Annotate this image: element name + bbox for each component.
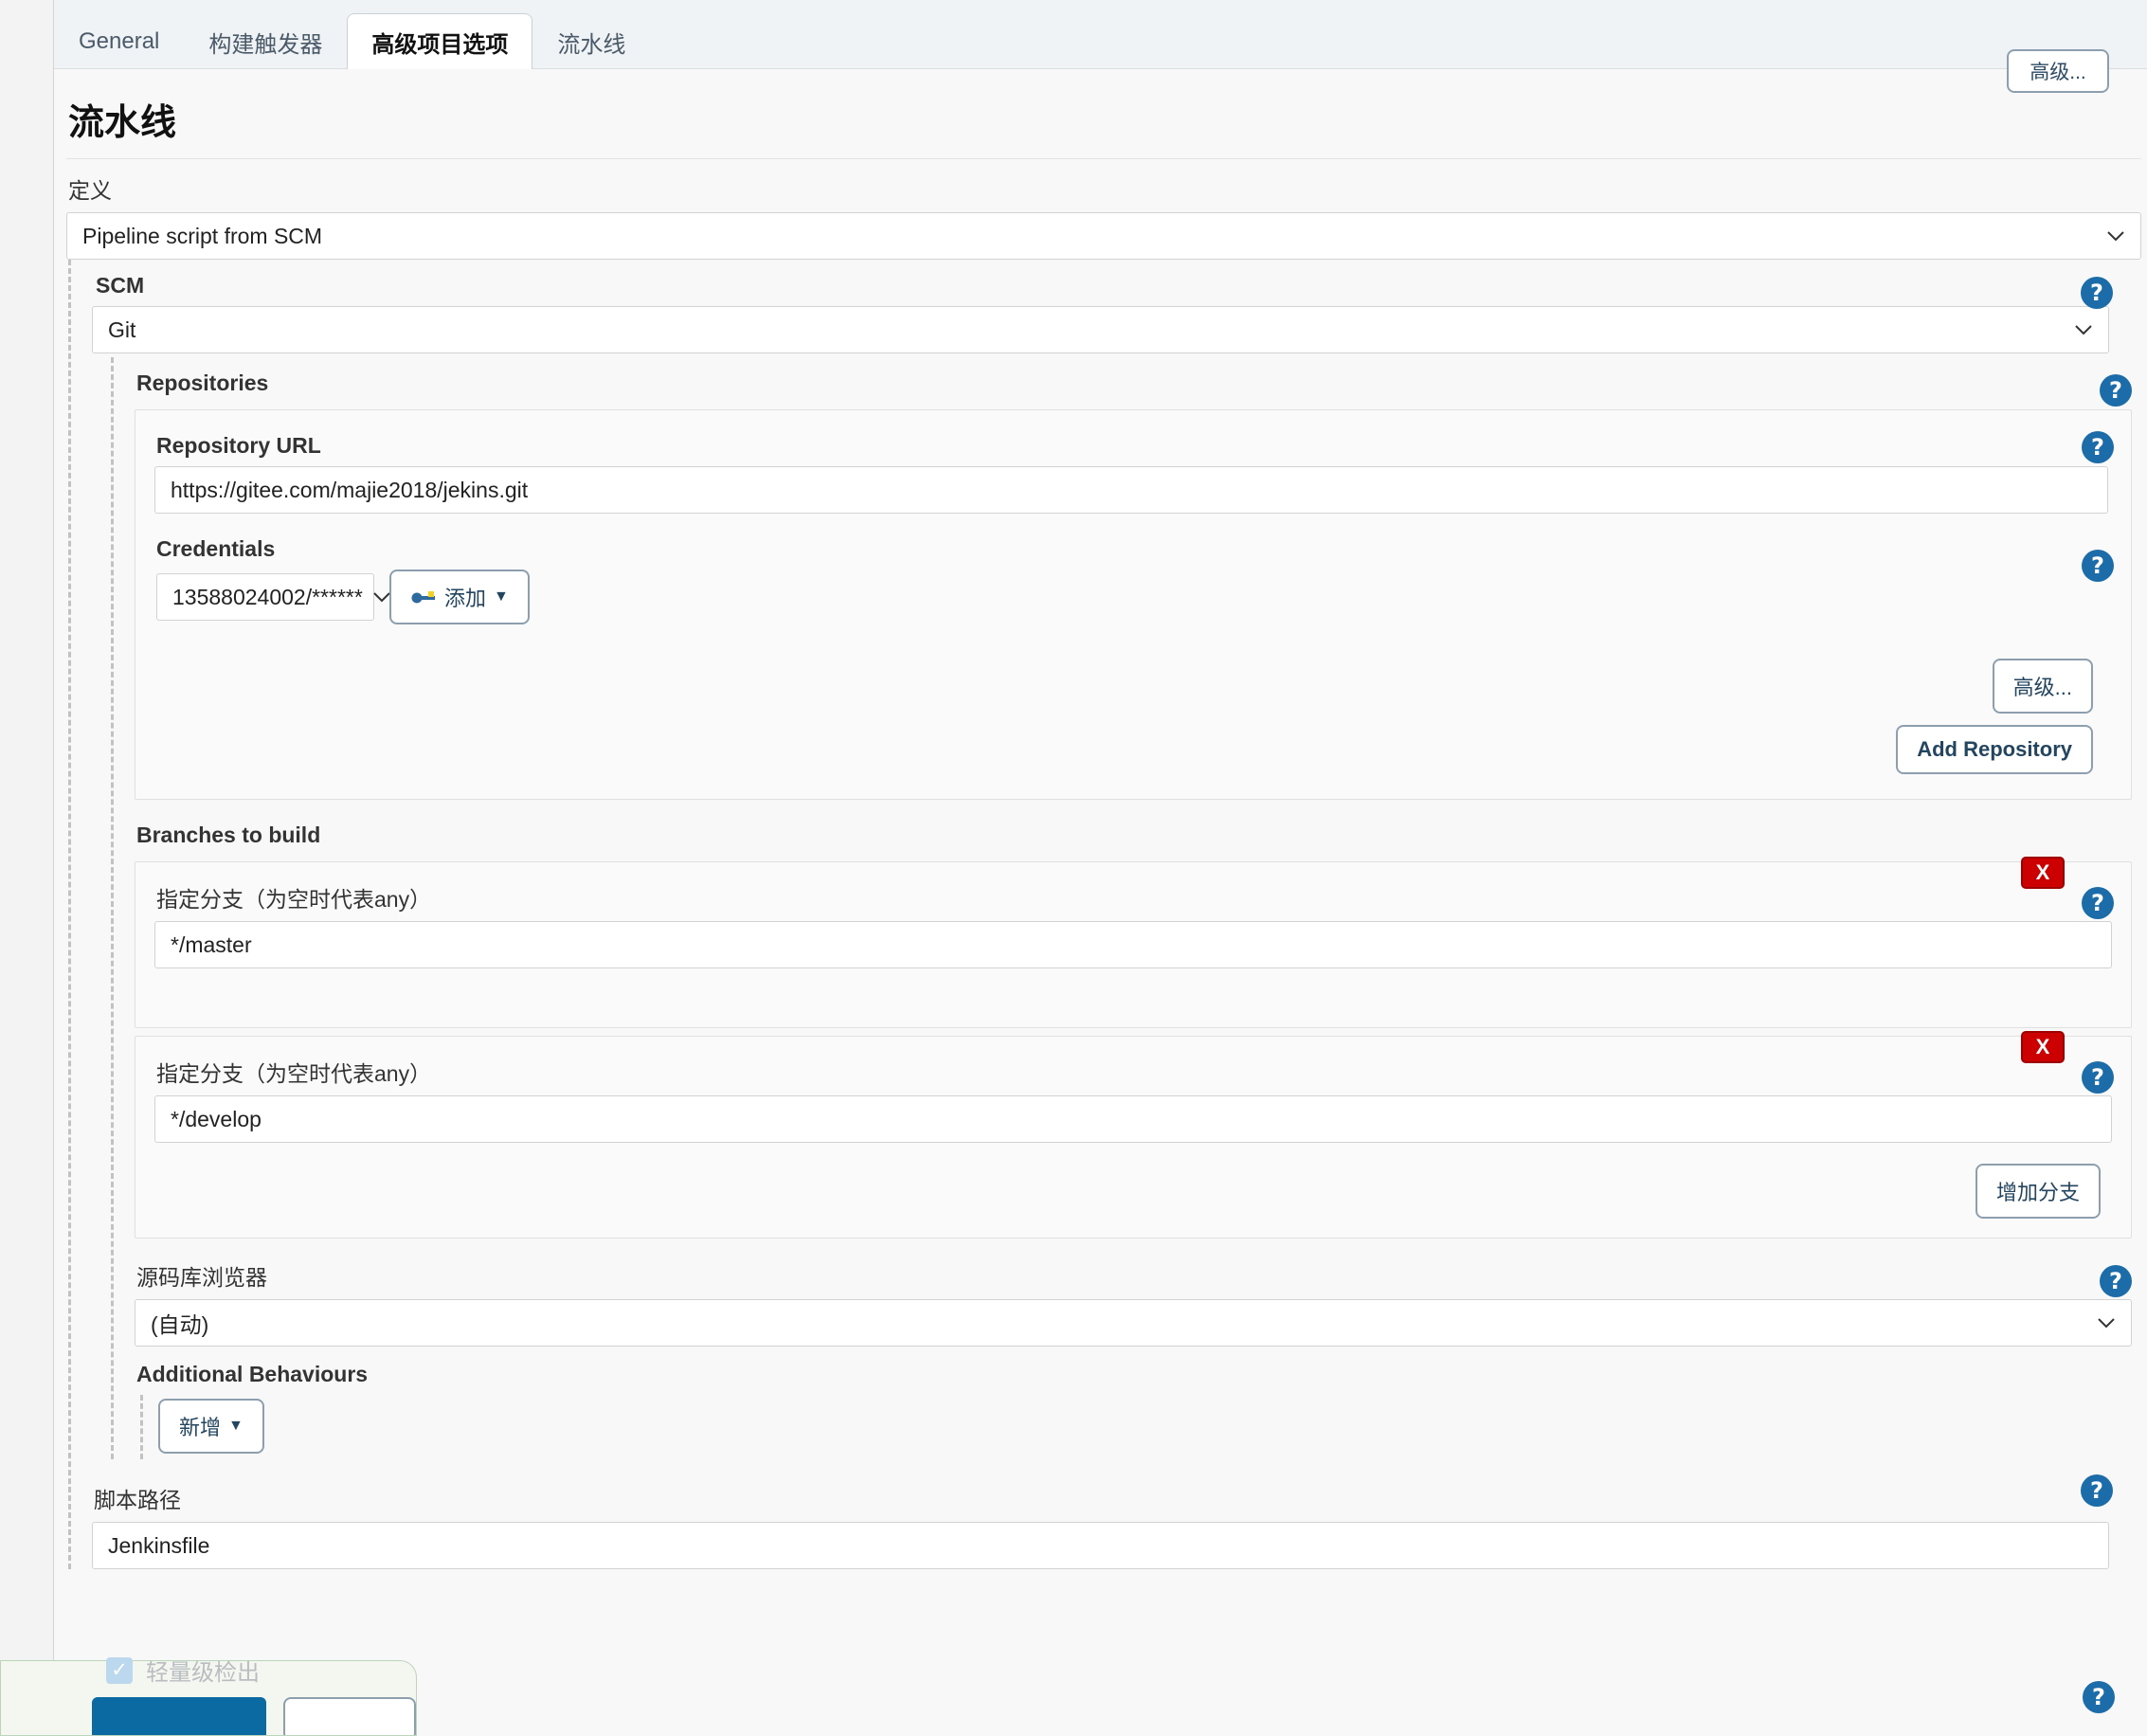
repository-url-input[interactable] [154,466,2108,514]
add-repository-label: Add Repository [1917,737,2072,761]
scm-section: SCM ? Git Repositories ? Repository URL … [68,260,2147,1569]
definition-select[interactable]: Pipeline script from SCM [66,212,2141,260]
repositories-help-icon[interactable]: ? [2100,374,2132,407]
credentials-select-value: 13588024002/****** [172,584,363,609]
delete-branch-label: X [2035,1035,2050,1058]
branch-panel-1: X ? 指定分支（为空时代表any） 增加分支 [135,1031,2132,1239]
branches-to-build-label: Branches to build [136,823,321,847]
dropdown-caret-icon: ▼ [228,1418,244,1434]
help-glyph: ? [2091,552,2104,579]
add-branch-label: 增加分支 [1995,1181,2080,1204]
chevron-down-icon [2098,1318,2115,1329]
source-browser-select-value: (自动) [151,1312,209,1337]
help-glyph: ? [2092,1684,2105,1710]
credentials-label: Credentials [156,536,276,561]
tab-bar: General 构建触发器 高级项目选项 流水线 [54,0,2147,69]
tab-pipeline[interactable]: 流水线 [532,14,650,68]
definition-select-value: Pipeline script from SCM [82,223,323,248]
source-browser-label: 源码库浏览器 [136,1265,267,1290]
chevron-down-icon [2107,231,2124,242]
script-path-label: 脚本路径 [94,1488,181,1512]
chevron-down-icon [2075,325,2092,335]
help-glyph: ? [2090,1477,2103,1504]
repository-url-help-icon[interactable]: ? [2082,431,2114,463]
apply-button[interactable] [283,1697,416,1735]
branch-specifier-label-1: 指定分支（为空时代表any） [156,1061,432,1086]
branch-help-icon-0[interactable]: ? [2082,887,2114,919]
branch-specifier-label-0: 指定分支（为空时代表any） [156,887,432,912]
source-browser-help-icon[interactable]: ? [2100,1265,2132,1297]
delete-branch-button-0[interactable]: X [2021,857,2065,889]
scm-label: SCM [96,273,145,298]
scm-help-icon[interactable]: ? [2081,277,2113,309]
script-path-input[interactable] [92,1522,2109,1569]
tab-advanced-project-options-label: 高级项目选项 [371,31,509,58]
script-path-help-icon[interactable]: ? [2081,1474,2113,1507]
tab-build-triggers-label: 构建触发器 [208,31,323,58]
top-advanced-button[interactable]: 高级... [2007,49,2109,93]
page-title: 流水线 [68,103,177,143]
add-repository-button[interactable]: Add Repository [1896,725,2093,774]
delete-branch-label: X [2035,860,2050,884]
additional-behaviours-label: Additional Behaviours [136,1362,369,1386]
add-credentials-label: 添加 [444,587,487,610]
help-glyph: ? [2091,890,2104,916]
repository-panel: Repository URL ? Credentials ? 135880240… [135,409,2132,800]
scm-select[interactable]: Git [92,306,2109,353]
chevron-down-icon [373,592,390,603]
delete-branch-button-1[interactable]: X [2021,1031,2065,1063]
top-advanced-button-label: 高级... [2030,62,2086,83]
branch-panel-0: X ? 指定分支（为空时代表any） [135,857,2132,1028]
add-behaviour-label: 新增 [179,1416,222,1439]
lightweight-checkout-label: 轻量级检出 [146,1660,260,1686]
help-glyph: ? [2109,1268,2122,1294]
checkmark-icon: ✓ [111,1659,128,1681]
repository-url-label: Repository URL [156,433,321,458]
repository-advanced-button[interactable]: 高级... [1992,659,2093,714]
lightweight-checkout-help-icon[interactable]: ? [2083,1681,2115,1713]
lightweight-checkout-checkbox[interactable]: ✓ [106,1656,133,1684]
branch-specifier-input-0[interactable] [154,921,2112,968]
add-behaviour-button[interactable]: 新增 ▼ [158,1399,264,1454]
add-credentials-button[interactable]: 添加 ▼ [389,570,530,624]
credentials-select[interactable]: 13588024002/****** [156,573,390,621]
help-glyph: ? [2091,434,2104,461]
credentials-help-icon[interactable]: ? [2082,550,2114,582]
source-browser-select[interactable]: (自动) [135,1299,2132,1347]
help-glyph: ? [2109,377,2122,404]
tab-advanced-project-options[interactable]: 高级项目选项 [347,13,533,69]
save-button[interactable] [92,1697,267,1735]
branch-help-icon-1[interactable]: ? [2082,1061,2114,1094]
add-branch-button[interactable]: 增加分支 [1975,1164,2101,1219]
scm-select-value: Git [108,316,136,342]
branch-specifier-input-1[interactable] [154,1095,2112,1143]
lightweight-checkout-row[interactable]: ✓ 轻量级检出 [106,1654,260,1687]
repository-advanced-label: 高级... [2012,676,2072,699]
dropdown-caret-icon: ▼ [494,588,509,605]
definition-label: 定义 [68,178,112,203]
tab-general-label: General [79,28,160,54]
tab-general[interactable]: General [54,14,184,68]
help-glyph: ? [2091,1064,2104,1091]
additional-behaviours-nest: 新增 ▼ [140,1395,2147,1459]
repositories-label: Repositories [136,371,269,395]
key-icon [411,591,435,604]
tab-build-triggers[interactable]: 构建触发器 [184,14,347,68]
left-gutter [0,0,54,1736]
help-glyph: ? [2090,280,2103,306]
tab-pipeline-label: 流水线 [557,31,626,58]
repositories-section: Repositories ? Repository URL ? Credenti… [111,357,2147,1459]
pipeline-config-content: 流水线 定义 Pipeline script from SCM SCM ? Gi… [55,70,2147,1736]
